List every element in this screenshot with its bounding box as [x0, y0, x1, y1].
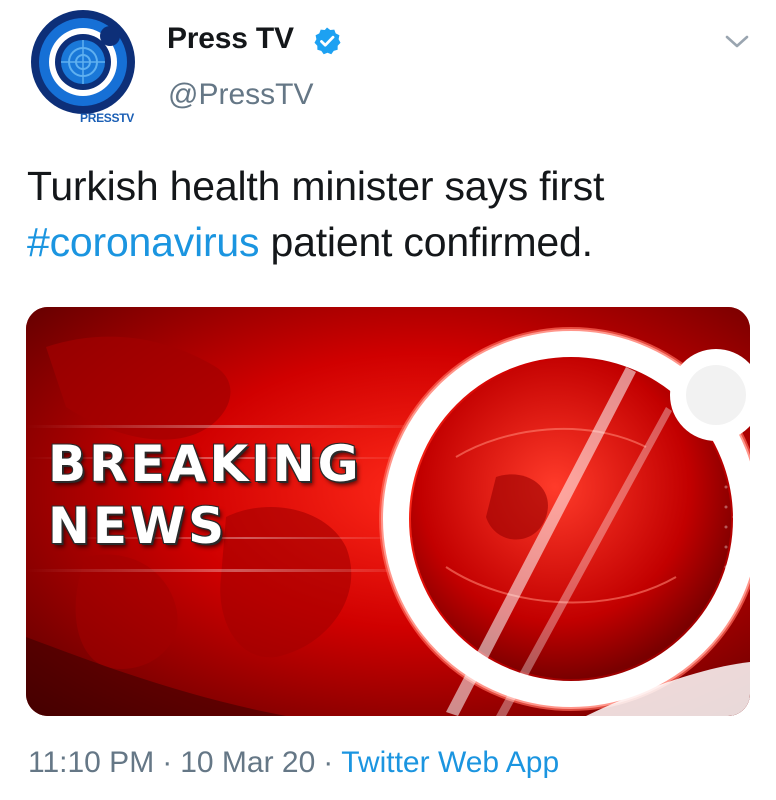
tweet-text-tail: patient confirmed.: [259, 219, 594, 265]
tweet-text-main: Turkish health minister says first: [27, 163, 605, 209]
tweet-menu-button[interactable]: [722, 28, 752, 54]
separator: ·: [323, 746, 334, 779]
breaking-news-headline: BREAKING NEWS: [48, 433, 362, 557]
tweet-date[interactable]: 10 Mar 20: [180, 746, 315, 779]
avatar-caption: PRESSTV: [80, 111, 134, 125]
headline-line-1: BREAKING: [48, 435, 362, 493]
tweet: PRESSTV Press TV @PressTV Turkish health…: [0, 0, 776, 800]
tweet-time[interactable]: 11:10 PM: [28, 746, 154, 779]
tweet-metadata: 11:10 PM · 10 Mar 20 · Twitter Web App: [28, 746, 559, 780]
presstv-logo-icon: [31, 10, 135, 114]
tweet-source-link[interactable]: Twitter Web App: [341, 746, 559, 779]
display-name[interactable]: Press TV: [167, 22, 294, 56]
avatar[interactable]: PRESSTV: [24, 10, 142, 125]
tweet-text: Turkish health minister says first #coron…: [27, 158, 757, 270]
chevron-down-icon: [725, 35, 749, 48]
hashtag-link[interactable]: #coronavirus: [27, 219, 260, 265]
verified-badge-icon: [312, 26, 342, 56]
separator: ·: [162, 746, 173, 779]
headline-line-2: NEWS: [48, 497, 228, 555]
handle[interactable]: @PressTV: [168, 78, 313, 112]
tweet-media-image[interactable]: BREAKING NEWS: [26, 307, 750, 716]
